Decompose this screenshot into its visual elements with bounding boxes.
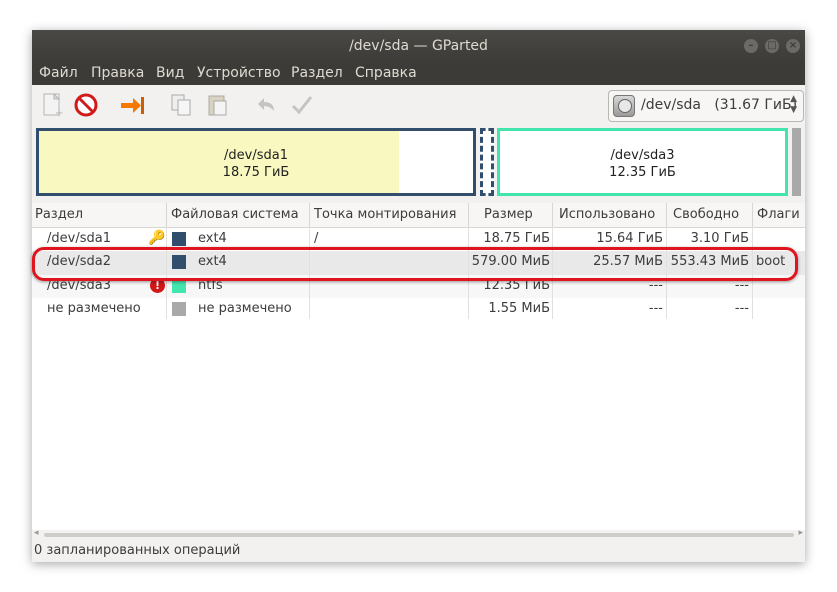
device-selector[interactable]: /dev/sda (31.67 ГиБ) ▲ ▼	[608, 90, 804, 122]
diskmap-label-name: /dev/sda1	[224, 148, 288, 163]
hard-disk-icon	[613, 95, 635, 117]
title-bar[interactable]: /dev/sda — GParted – □ ×	[32, 30, 805, 63]
scroll-left-arrow-icon[interactable]: ◂	[34, 528, 39, 538]
column-header-used[interactable]: Использовано	[559, 207, 655, 222]
diskmap-label-size: 12.35 ГиБ	[609, 165, 676, 180]
resize-move-icon[interactable]	[118, 91, 146, 119]
device-size: (31.67 ГиБ)	[714, 97, 798, 113]
column-header-filesystem[interactable]: Файловая система	[171, 207, 299, 222]
scroll-thumb[interactable]	[44, 533, 794, 537]
cell-free: ---	[734, 301, 749, 316]
menu-device[interactable]: Устройство	[197, 65, 281, 81]
diskmap-label-name: /dev/sda3	[610, 148, 675, 163]
menu-view[interactable]: Вид	[156, 65, 184, 81]
diskmap-label-size: 18.75 ГиБ	[222, 165, 290, 180]
menu-file[interactable]: Файл	[39, 65, 78, 81]
window-title: /dev/sda — GParted	[349, 38, 488, 54]
cell-size: 18.75 ГиБ	[483, 231, 550, 246]
cell-size: 1.55 МиБ	[488, 301, 550, 316]
close-button[interactable]: ×	[786, 39, 800, 53]
spin-arrows-icon: ▲ ▼	[790, 94, 797, 115]
diskmap-partition-sda2[interactable]	[480, 128, 494, 196]
pending-operations-status: 0 запланированных операций	[34, 543, 241, 558]
minimize-button[interactable]: –	[744, 39, 758, 53]
filesystem-color-swatch	[172, 232, 186, 246]
column-header-partition[interactable]: Раздел	[35, 207, 83, 222]
table-row[interactable]: не размечено не размечено 1.55 МиБ --- -…	[32, 298, 805, 321]
svg-text:+: +	[55, 108, 63, 119]
diskmap-partition-sda3[interactable]: /dev/sda3 12.35 ГиБ	[497, 128, 788, 196]
apply-icon[interactable]	[288, 91, 316, 119]
gparted-window: /dev/sda — GParted – □ × Файл Правка Вид…	[32, 30, 805, 562]
horizontal-scrollbar[interactable]: ◂ ▸	[32, 528, 805, 540]
column-header-size[interactable]: Размер	[484, 207, 533, 222]
maximize-button[interactable]: □	[765, 39, 779, 53]
menu-help[interactable]: Справка	[355, 65, 417, 81]
cell-filesystem: не размечено	[198, 301, 292, 316]
cell-mountpoint: /	[314, 231, 319, 246]
cell-used: 15.64 ГиБ	[596, 231, 663, 246]
menu-edit[interactable]: Правка	[91, 65, 144, 81]
scroll-right-arrow-icon[interactable]: ▸	[798, 528, 803, 538]
menu-partition[interactable]: Раздел	[291, 65, 343, 81]
menu-bar: Файл Правка Вид Устройство Раздел Справк…	[32, 63, 805, 85]
filesystem-color-swatch	[172, 279, 186, 293]
selection-highlight-annotation	[32, 247, 798, 281]
toolbar: + /dev/sda (31.67 ГиБ) ▲ ▼	[32, 85, 805, 125]
diskmap-unallocated[interactable]	[792, 128, 801, 196]
status-bar: 0 запланированных операций	[32, 540, 805, 562]
cell-partition: /dev/sda1	[47, 231, 111, 246]
cell-partition: не размечено	[47, 301, 141, 316]
delete-icon[interactable]	[72, 91, 100, 119]
key-icon: 🔑	[148, 230, 166, 246]
paste-icon[interactable]	[204, 91, 232, 119]
copy-icon[interactable]	[168, 91, 196, 119]
device-label: /dev/sda	[641, 97, 701, 113]
column-header-flags[interactable]: Флаги	[757, 207, 800, 222]
disk-map: /dev/sda1 18.75 ГиБ /dev/sda3 12.35 ГиБ	[32, 125, 805, 203]
diskmap-partition-sda1[interactable]: /dev/sda1 18.75 ГиБ	[36, 128, 476, 196]
cell-filesystem: ext4	[198, 231, 227, 246]
cell-free: 3.10 ГиБ	[690, 231, 749, 246]
undo-icon[interactable]	[252, 91, 280, 119]
cell-used: ---	[648, 301, 663, 316]
filesystem-color-swatch	[172, 302, 186, 316]
column-header-mountpoint[interactable]: Точка монтирования	[314, 207, 456, 222]
new-partition-icon[interactable]: +	[38, 91, 66, 119]
column-header-free[interactable]: Свободно	[673, 207, 739, 222]
table-header: Раздел Файловая система Точка монтирован…	[32, 203, 805, 228]
